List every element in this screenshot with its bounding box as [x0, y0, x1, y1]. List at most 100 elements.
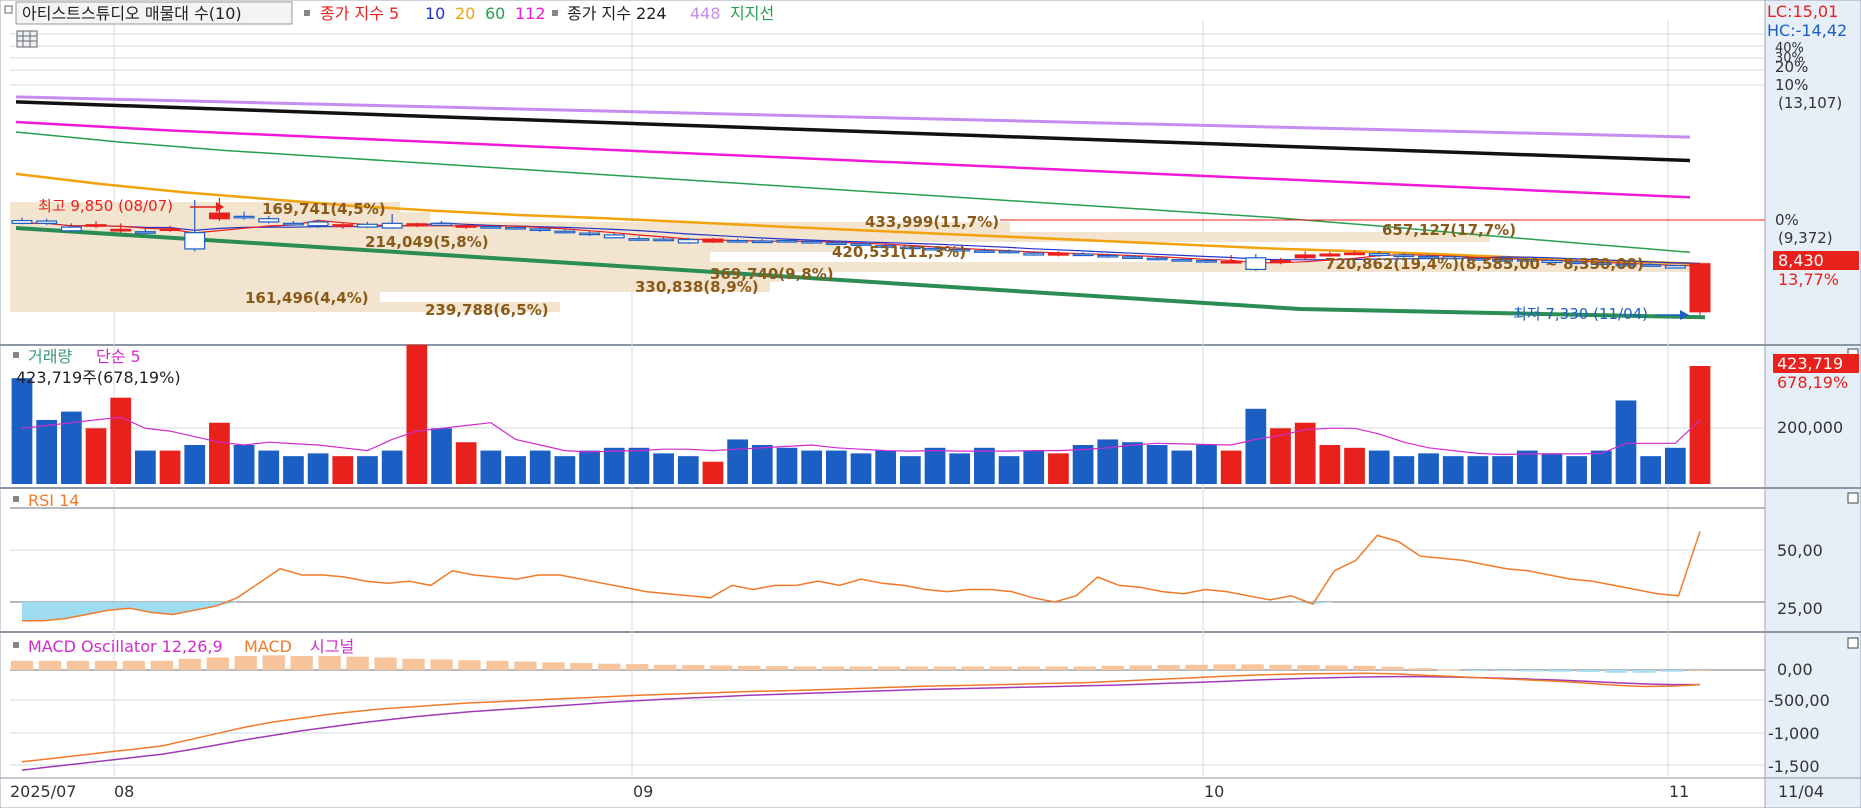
candle-body: [1146, 257, 1168, 261]
macd-oscillator-bar: [1548, 670, 1572, 672]
close-icon[interactable]: [1847, 492, 1859, 504]
candle-body: [529, 228, 551, 232]
candle-body: [208, 212, 230, 220]
support-legend: 지지선: [730, 4, 774, 23]
macd-oscillator-bar: [961, 666, 985, 670]
candle-body: [233, 215, 255, 219]
candle-body: [603, 234, 625, 239]
macd-oscillator-bar: [933, 666, 957, 670]
stock-name-label[interactable]: 아티스트스튜디오 매물대 수(10): [22, 4, 242, 23]
volume-bar: [1122, 442, 1143, 484]
macd-oscillator-bar: [737, 665, 761, 670]
ma20-legend: 20: [455, 4, 475, 23]
macd-tick: -1,500: [1768, 757, 1820, 776]
rsi-tick: 25,00: [1777, 599, 1823, 618]
macd-oscillator-bar: [402, 658, 425, 670]
macd-oscillator-bar: [1353, 665, 1376, 670]
macd-oscillator-bar: [458, 660, 481, 670]
ma224-legend: 종가 지수 224: [567, 4, 667, 23]
macd-oscillator-bar: [1017, 666, 1040, 670]
volume-bar: [1023, 450, 1045, 484]
volume-bar: [258, 450, 280, 484]
macd-oscillator-bar: [234, 656, 257, 670]
candle-body: [628, 238, 650, 241]
macd-oscillator-bar: [262, 655, 285, 670]
volume-bar: [1146, 445, 1168, 484]
volume-bar: [998, 456, 1020, 484]
macd-oscillator-bar: [1632, 670, 1656, 673]
candle-body: [579, 232, 601, 236]
macd-oscillator-bar: [1465, 670, 1488, 671]
profile-label: 239,788(6,5%): [425, 301, 549, 319]
candle-body: [1245, 257, 1267, 271]
macd-oscillator-bar: [1688, 670, 1712, 671]
candle-body: [554, 230, 576, 234]
macd-oscillator-bar: [290, 656, 313, 670]
volume-bar: [677, 456, 699, 484]
candle-body: [134, 231, 156, 234]
volume-bar: [727, 439, 748, 484]
macd-oscillator-bar: [1241, 664, 1264, 670]
macd-oscillator-bar: [877, 666, 901, 670]
volume-bar: [875, 450, 897, 484]
ma60-legend: 60: [485, 4, 505, 23]
macd-tick: -1,000: [1768, 724, 1820, 743]
macd-oscillator-bar: [1157, 665, 1180, 670]
candle-body: [677, 239, 699, 244]
lc-label: LC:15,01: [1767, 2, 1838, 21]
candle-body: [1072, 253, 1094, 257]
profile-label: 657,127(17,7%): [1382, 221, 1516, 239]
candle-body: [1195, 259, 1217, 263]
x-tick-label: 2025/07: [10, 782, 76, 801]
candle-body: [110, 228, 132, 232]
macd-oscillator-bar: [1493, 670, 1516, 672]
price-legend: 아티스트스튜디오 매물대 수(10) 종가 지수 5 10 20 60 112 …: [4, 1, 774, 25]
volume-bar: [85, 428, 107, 484]
macd-osc-legend: MACD Oscillator 12,26,9: [28, 637, 223, 656]
candle-body: [1047, 252, 1069, 256]
macd-oscillator-bar: [1437, 669, 1460, 671]
volume-bar: [1048, 453, 1069, 484]
volume-bar: [1171, 450, 1193, 484]
volume-bar: [751, 445, 773, 484]
volume-bar: [1368, 450, 1390, 484]
macd-signal-legend: 시그널: [310, 637, 354, 656]
candle-body: [60, 226, 82, 232]
profile-label: 433,999(11,7%): [865, 213, 999, 231]
macd-oscillator-bar: [1381, 666, 1404, 670]
pct-tick-price: (13,107): [1778, 94, 1842, 112]
macd-oscillator-bar: [1185, 664, 1208, 670]
candle-body: [1664, 265, 1686, 269]
chart-canvas[interactable]: 169,741(4,5%) 214,049(5,8%) 433,999(11,7…: [0, 0, 1861, 809]
profile-label: 169,741(4,5%): [262, 200, 386, 218]
x-tick-label: 08: [114, 782, 134, 801]
current-price-value: 8,430: [1778, 251, 1824, 270]
ma112-legend: 112: [515, 4, 546, 23]
macd-oscillator-bar: [821, 666, 845, 670]
volume-bar: [1664, 447, 1686, 484]
volume-current-label: 423,719주(678,19%): [16, 368, 181, 387]
candle-body: [776, 239, 798, 243]
volume-bar: [1689, 366, 1711, 484]
macd-oscillator-bar: [654, 664, 677, 670]
macd-oscillator-bar: [1129, 665, 1152, 670]
candle-body: [751, 240, 773, 244]
macd-oscillator-bar: [1604, 670, 1628, 673]
x-tick-label: 10: [1204, 782, 1224, 801]
volume-bar: [653, 453, 674, 484]
volume-bar: [702, 461, 724, 484]
volume-bar: [1516, 450, 1538, 484]
volume-bar: [1566, 456, 1587, 484]
grid-icon[interactable]: [16, 30, 38, 48]
macd-oscillator-bar: [430, 659, 453, 670]
volume-bar: [455, 442, 477, 484]
volume-bar: [357, 456, 378, 484]
profile-label: 214,049(5,8%): [365, 233, 489, 251]
low-price-label: 최저 7,330 (11/04): [1513, 305, 1648, 323]
candle-body: [431, 222, 452, 226]
volume-bar: [628, 447, 650, 484]
volume-bar: [381, 450, 403, 484]
close-icon[interactable]: [1847, 637, 1859, 649]
hc-label: HC:-14,42: [1767, 21, 1847, 40]
volume-bar: [529, 450, 551, 484]
